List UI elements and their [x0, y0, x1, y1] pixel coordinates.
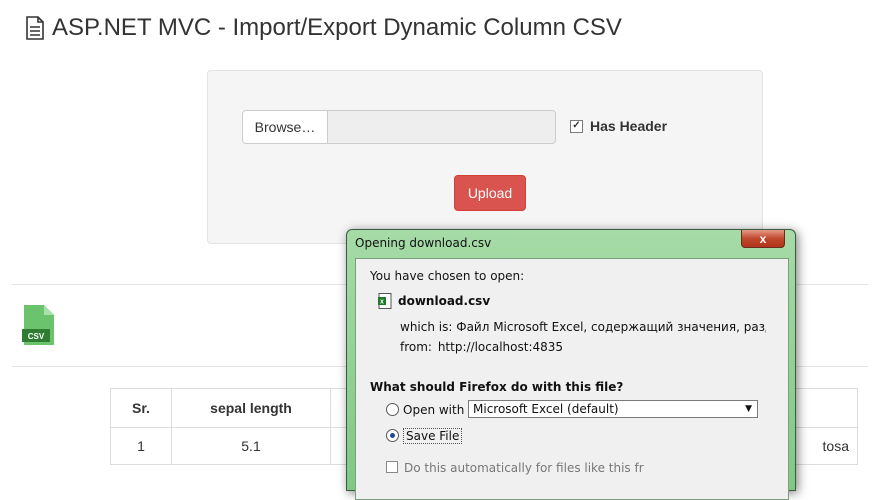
save-file-radio[interactable] [386, 429, 399, 442]
header-sepal-length: sepal length [171, 388, 331, 428]
csv-file-icon[interactable]: CSV [22, 305, 54, 345]
file-name-field[interactable] [328, 111, 555, 143]
dialog-file-name: download.csv [398, 294, 491, 308]
from-label: from: [400, 340, 432, 354]
which-is-label: which is: [400, 320, 453, 334]
upload-button[interactable]: Upload [454, 175, 526, 211]
page-title: ASP.NET MVC - Import/Export Dynamic Colu… [24, 12, 622, 44]
file-input-group[interactable]: Browse… [242, 110, 556, 144]
csv-icon-label: CSV [28, 332, 45, 341]
dropdown-arrow-icon: ▼ [745, 404, 752, 414]
svg-text:x: x [380, 299, 384, 306]
page-title-text: ASP.NET MVC - Import/Export Dynamic Colu… [52, 14, 622, 41]
open-with-option[interactable]: Open with [386, 403, 464, 417]
browse-button[interactable]: Browse… [243, 111, 328, 143]
open-with-radio[interactable] [386, 403, 399, 416]
file-row: x download.csv [378, 293, 490, 309]
has-header-checkbox[interactable]: ✓ [570, 119, 583, 133]
excel-file-icon: x [378, 293, 392, 309]
dialog-question: What should Firefox do with this file? [370, 380, 624, 394]
has-header-option[interactable]: ✓ Has Header [570, 118, 667, 134]
open-with-select[interactable]: Microsoft Excel (default) ▼ [468, 400, 758, 418]
close-icon: x [759, 231, 767, 246]
dialog-title: Opening download.csv [355, 236, 492, 250]
cell-sepal-length: 5.1 [171, 427, 331, 465]
auto-option-row[interactable]: Do this automatically for files like thi… [386, 461, 644, 475]
open-with-label: Open with [403, 403, 465, 417]
has-header-label: Has Header [590, 118, 668, 134]
open-with-app: Microsoft Excel (default) [473, 402, 619, 416]
document-icon [26, 16, 44, 40]
cell-sr: 1 [110, 427, 172, 465]
close-button[interactable]: x [741, 230, 785, 248]
auto-option-checkbox[interactable] [386, 461, 398, 473]
which-is-row: which is: Файл Microsoft Excel, содержащ… [400, 320, 766, 334]
which-is-value: Файл Microsoft Excel, содержащий значени… [456, 320, 766, 334]
from-value: http://localhost:4835 [437, 340, 564, 354]
header-sr: Sr. [110, 388, 172, 428]
from-row: from: http://localhost:4835 [400, 340, 563, 354]
save-file-label: Save File [403, 428, 463, 444]
auto-option-label: Do this automatically for files like thi… [404, 461, 644, 475]
upload-panel: Browse… ✓ Has Header Upload [207, 70, 763, 244]
chosen-text: You have chosen to open: [370, 269, 525, 283]
download-dialog: Opening download.csv x You have chosen t… [346, 229, 796, 500]
save-file-option[interactable]: Save File [386, 428, 758, 444]
